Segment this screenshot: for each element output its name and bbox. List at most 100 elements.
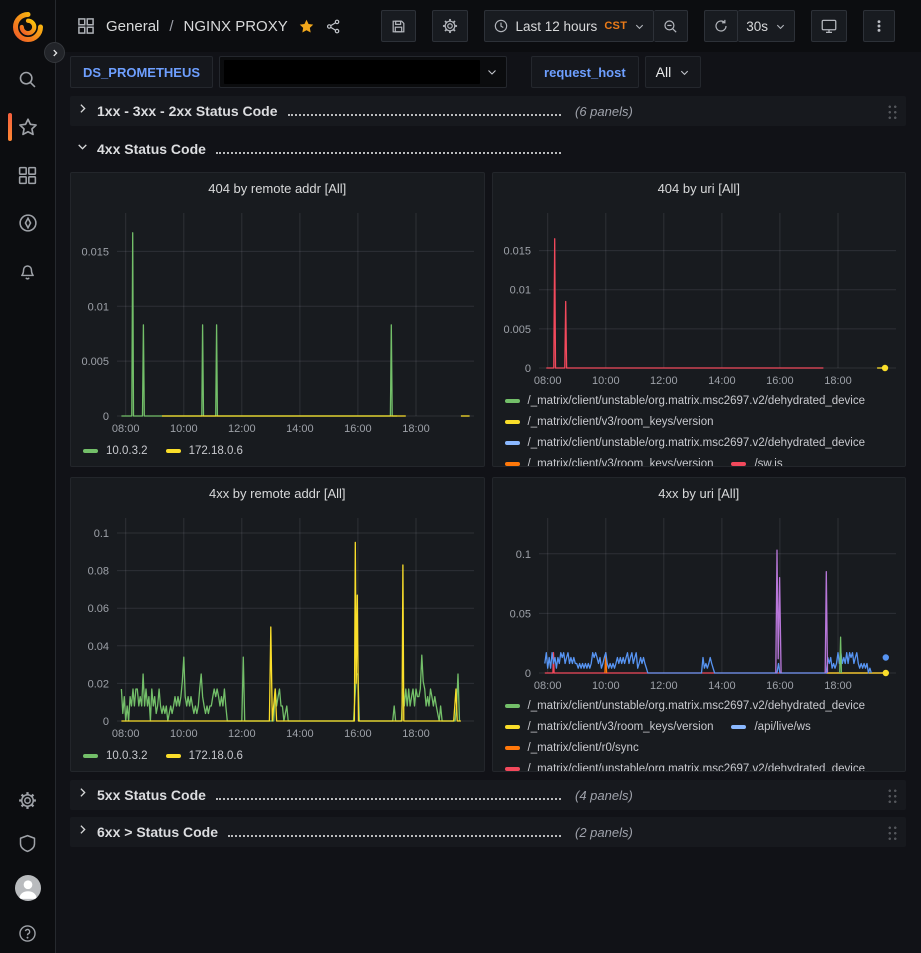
legend-item[interactable]: /_matrix/client/v3/room_keys/version [505,411,714,432]
x-tick-label: 18:00 [824,680,852,692]
timeseries-chart[interactable]: 08:0010:0012:0014:0016:0018:0000.0050.01… [493,203,906,390]
legend-label: /_matrix/client/r0/sync [528,742,639,754]
breadcrumb-dashboard-title[interactable]: NGINX PROXY [184,18,288,35]
series-line [839,637,841,673]
panel-title[interactable]: 4xx by remote addr [All] [71,478,484,508]
legend-item[interactable]: /sw.js [731,453,782,466]
legend-label: /_matrix/client/unstable/org.matrix.msc2… [528,763,866,772]
y-tick-label: 0.05 [509,608,530,620]
help-icon[interactable] [17,922,39,944]
panel-legend: 10.0.3.2 172.18.0.6 [71,438,484,466]
y-tick-label: 0.01 [509,285,530,297]
dashboard-settings-button[interactable] [432,10,468,42]
row-drag-handle-icon[interactable] [887,103,898,119]
legend-swatch [505,462,520,466]
explore-compass-icon[interactable] [17,212,39,234]
chevron-right-icon [76,823,89,841]
legend-item[interactable]: /_matrix/client/unstable/org.matrix.msc2… [505,432,866,453]
legend-swatch [731,725,746,729]
legend-item[interactable]: /api/live/ws [731,716,810,737]
row-drag-handle-icon[interactable] [887,787,898,803]
x-tick-label: 14:00 [286,728,314,740]
breadcrumb-folder[interactable]: General [106,18,159,35]
row-header-6xx[interactable]: 6xx > Status Code (2 panels) [70,817,906,847]
time-range-picker[interactable]: Last 12 hours CST [484,10,655,42]
chevron-down-icon [634,21,645,32]
variables-bar: DS_PROMETHEUS request_host All [56,52,921,92]
row-header-5xx[interactable]: 5xx Status Code (4 panels) [70,780,906,810]
share-icon[interactable] [325,18,342,35]
series-line [121,233,397,416]
legend-label: 172.18.0.6 [189,750,243,762]
more-options-button[interactable] [863,10,895,42]
x-tick-label: 14:00 [708,375,736,387]
monitor-icon [820,17,838,35]
legend-swatch [505,420,520,424]
server-admin-shield-icon[interactable] [17,832,39,854]
legend-item[interactable]: /_matrix/client/unstable/org.matrix.msc2… [505,390,866,411]
row-header-1xx-3xx-2xx[interactable]: 1xx - 3xx - 2xx Status Code (6 panels) [70,96,906,126]
configuration-gear-icon[interactable] [17,789,39,811]
legend-swatch [83,449,98,453]
datasource-variable-label[interactable]: DS_PROMETHEUS [70,56,213,88]
legend-item[interactable]: 172.18.0.6 [166,745,243,766]
save-dashboard-button[interactable] [381,10,416,42]
cycle-view-mode-button[interactable] [811,10,847,42]
user-avatar[interactable] [15,875,41,901]
panels-grid: 404 by remote addr [All] 08:0010:0012:00… [70,172,906,772]
x-tick-label: 12:00 [228,423,256,435]
legend-item[interactable]: 10.0.3.2 [83,745,148,766]
chevron-down-icon [679,67,690,78]
y-tick-label: 0 [103,716,109,728]
row-drag-handle-icon[interactable] [887,824,898,840]
timeseries-chart[interactable]: 08:0010:0012:0014:0016:0018:0000.020.040… [71,508,484,743]
timezone-badge: CST [604,20,627,32]
legend-item[interactable]: 172.18.0.6 [166,440,243,461]
dashboards-icon[interactable] [17,164,39,186]
favorite-star-icon[interactable] [298,18,315,35]
legend-item[interactable]: 10.0.3.2 [83,440,148,461]
refresh-button[interactable] [704,10,738,42]
timeseries-chart[interactable]: 08:0010:0012:0014:0016:0018:0000.0050.01… [71,203,484,438]
legend-label: /_matrix/client/v3/room_keys/version [528,458,714,467]
request-host-variable-label[interactable]: request_host [531,56,639,88]
series-end-dot [882,654,888,660]
legend-item[interactable]: /_matrix/client/r0/sync [505,737,639,758]
legend-item[interactable]: /_matrix/client/v3/room_keys/version [505,716,714,737]
legend-label: 172.18.0.6 [189,445,243,457]
y-tick-label: 0.01 [88,301,109,313]
panel-title[interactable]: 404 by uri [All] [493,173,906,203]
refresh-interval-label: 30s [746,19,768,34]
series-line [546,239,823,368]
panel-4xx-by-uri: 4xx by uri [All] 08:0010:0012:0014:0016:… [492,477,907,772]
dotted-leader [288,106,561,116]
y-tick-label: 0.015 [81,246,109,258]
starred-dashboards-icon[interactable] [17,116,39,138]
sidebar-expand-button[interactable] [44,42,65,63]
legend-item[interactable]: /_matrix/client/unstable/org.matrix.msc2… [505,695,866,716]
x-tick-label: 18:00 [402,423,430,435]
legend-swatch [505,746,520,750]
x-tick-label: 14:00 [708,680,736,692]
time-range-label: Last 12 hours [516,19,598,34]
x-tick-label: 18:00 [824,375,852,387]
legend-swatch [731,462,746,466]
alerting-bell-icon[interactable] [17,260,39,282]
legend-item[interactable]: /_matrix/client/v3/room_keys/version [505,453,714,466]
search-icon[interactable] [17,68,39,90]
request-host-variable-dropdown[interactable]: All [645,56,702,88]
x-tick-label: 12:00 [650,680,678,692]
timeseries-chart[interactable]: 08:0010:0012:0014:0016:0018:0000.050.1 [493,508,906,695]
refresh-interval-picker[interactable]: 30s [738,10,795,42]
grafana-logo-icon[interactable] [13,12,43,42]
x-tick-label: 16:00 [344,728,372,740]
legend-item[interactable]: /_matrix/client/unstable/org.matrix.msc2… [505,758,866,771]
datasource-variable-dropdown[interactable] [219,56,507,88]
row-title: 6xx > Status Code [97,824,218,840]
panel-title[interactable]: 404 by remote addr [All] [71,173,484,203]
panel-title[interactable]: 4xx by uri [All] [493,478,906,508]
zoom-out-button[interactable] [654,10,688,42]
x-tick-label: 10:00 [170,728,198,740]
row-header-4xx[interactable]: 4xx Status Code [70,134,906,164]
legend-swatch [505,704,520,708]
